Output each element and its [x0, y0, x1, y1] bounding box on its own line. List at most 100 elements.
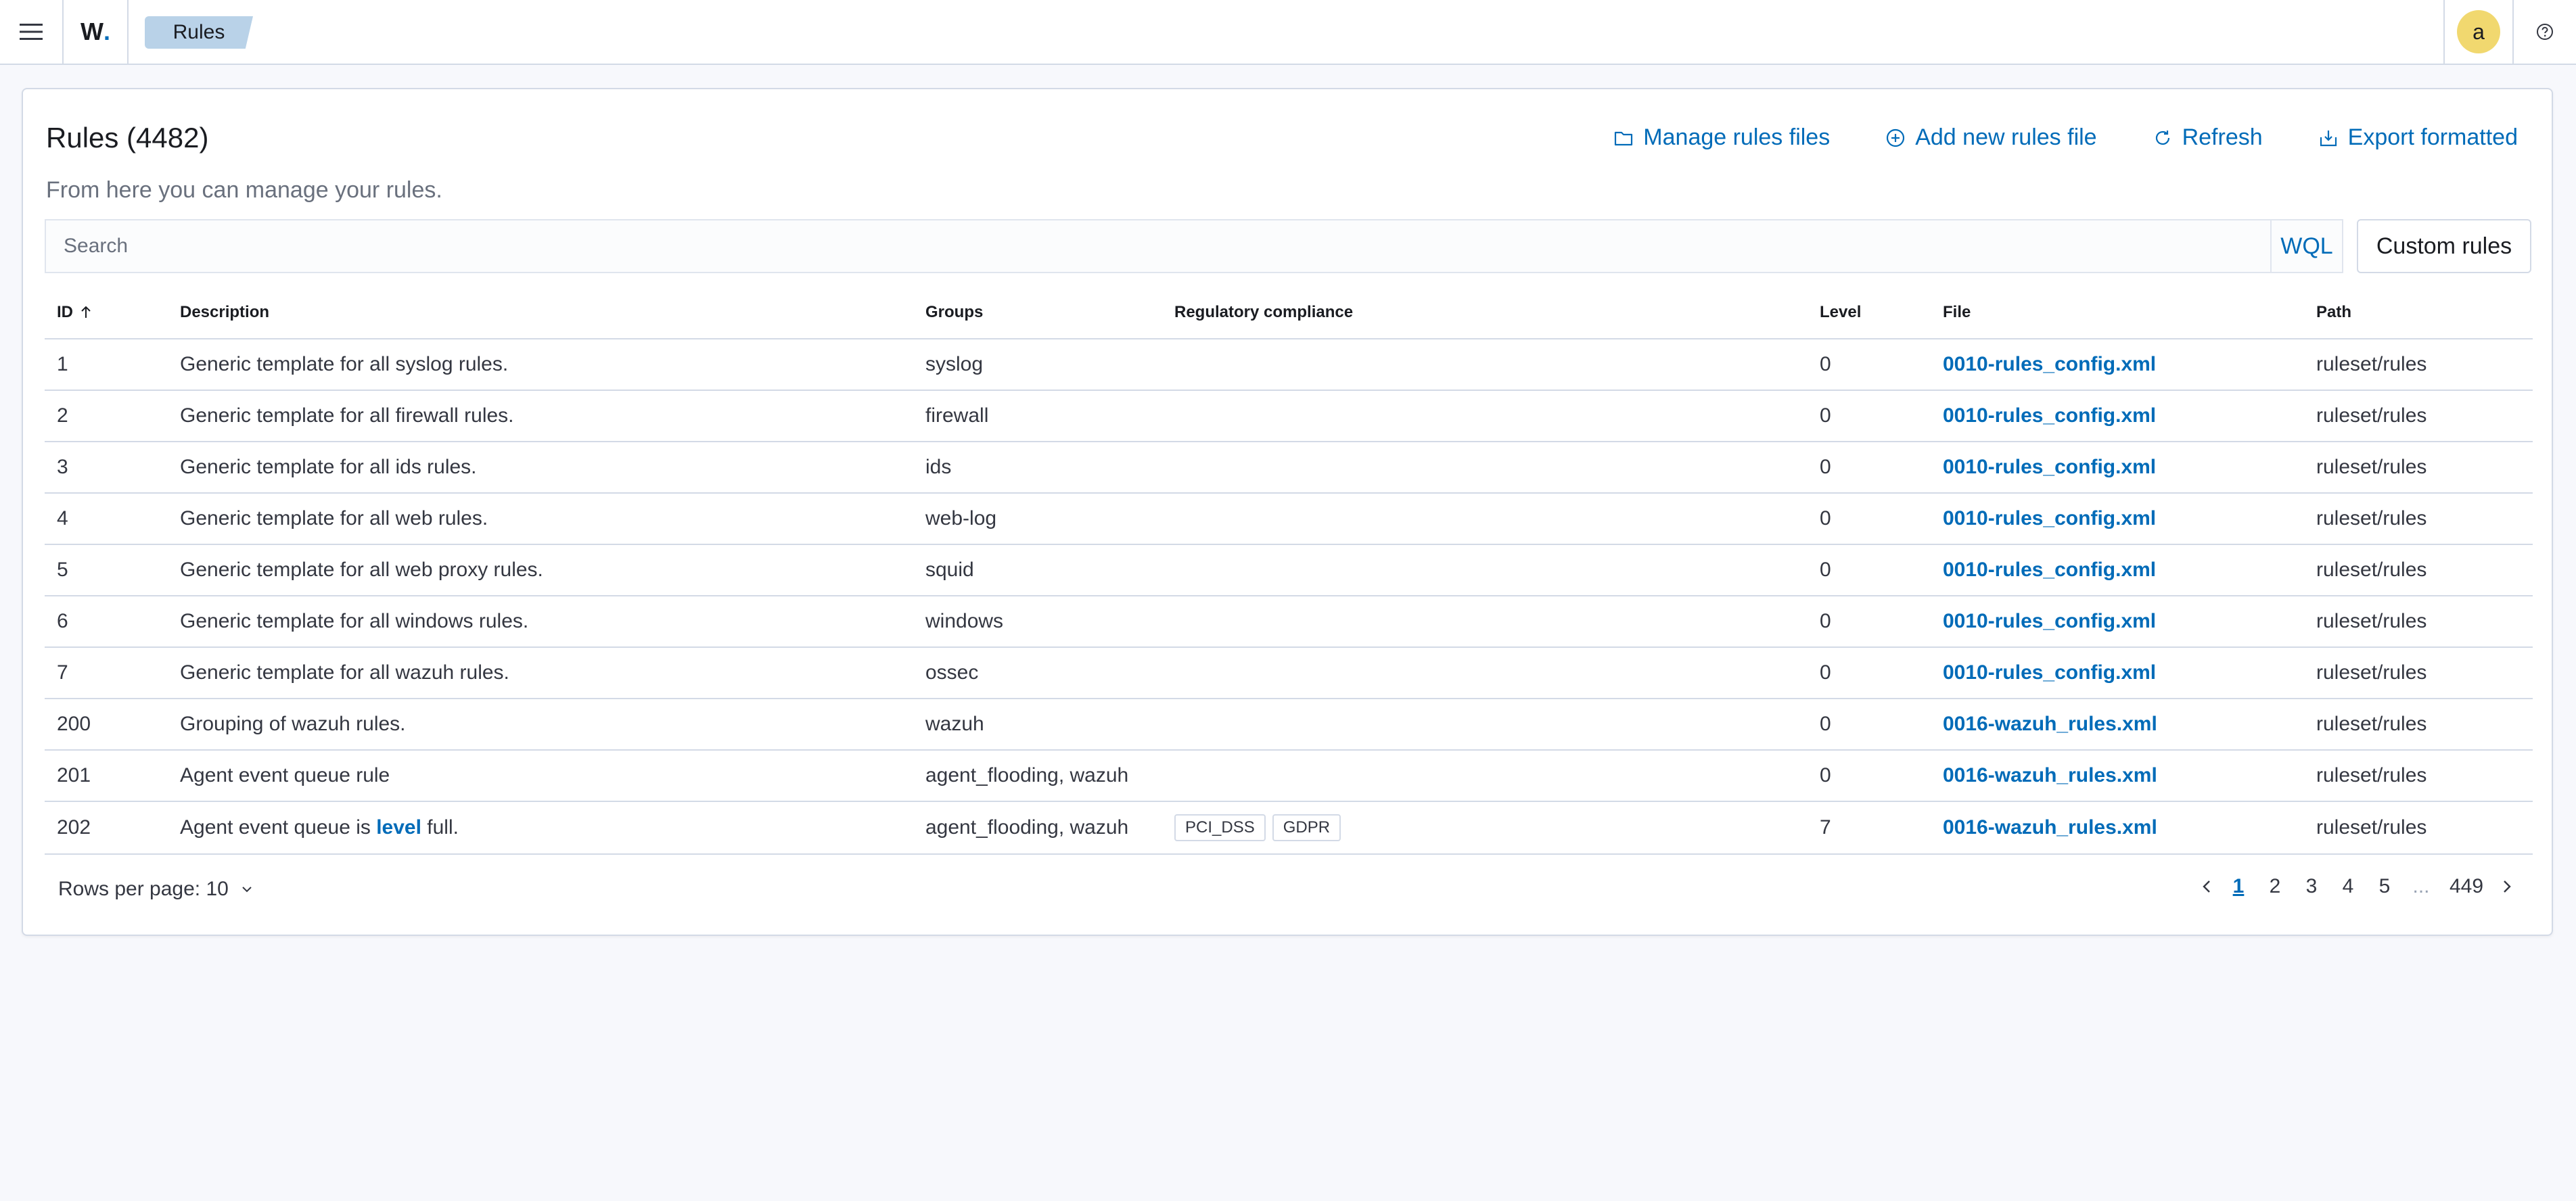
- rule-path: ruleset/rules: [2316, 661, 2427, 684]
- rule-path: ruleset/rules: [2316, 404, 2427, 427]
- rule-description: Generic template for all web rules.: [180, 507, 488, 529]
- table-row[interactable]: 3 Generic template for all ids rules. id…: [45, 442, 2533, 494]
- rule-id: 7: [57, 661, 68, 684]
- rule-level: 0: [1820, 507, 1831, 529]
- rule-level: 0: [1820, 661, 1831, 684]
- wql-toggle[interactable]: WQL: [2270, 220, 2342, 272]
- rule-description: Generic template for all firewall rules.: [180, 404, 514, 427]
- page-ellipsis: ...: [2412, 875, 2430, 897]
- column-header-compliance[interactable]: Regulatory compliance: [1174, 287, 1353, 338]
- rule-id: 5: [57, 559, 68, 581]
- rows-per-page-label: Rows per page: 10: [58, 878, 229, 900]
- export-formatted-button[interactable]: Export formatted: [2318, 124, 2518, 151]
- rules-panel: Rules (4482) From here you can manage yo…: [22, 88, 2553, 936]
- rule-description: Generic template for all wazuh rules.: [180, 661, 509, 684]
- avatar[interactable]: a: [2457, 10, 2500, 53]
- rule-path: ruleset/rules: [2316, 559, 2427, 581]
- rule-description: Generic template for all ids rules.: [180, 456, 477, 478]
- custom-rules-button[interactable]: Custom rules: [2357, 219, 2531, 273]
- add-new-rules-file-label: Add new rules file: [1915, 124, 2097, 150]
- rule-description: Agent event queue rule: [180, 764, 390, 786]
- rule-file-link[interactable]: 0010-rules_config.xml: [1943, 545, 2156, 595]
- rule-file-link[interactable]: 0016-wazuh_rules.xml: [1943, 699, 2157, 749]
- table-row[interactable]: 201 Agent event queue rule agent_floodin…: [45, 751, 2533, 802]
- search-input[interactable]: [46, 220, 2270, 272]
- user-menu[interactable]: a: [2443, 0, 2514, 64]
- rule-groups: squid: [925, 559, 974, 581]
- rule-description-text: Agent event queue is: [180, 816, 377, 839]
- rules-table: ID Description Groups Regulatory complia…: [45, 287, 2533, 855]
- page-5-button[interactable]: 5: [2366, 875, 2403, 898]
- table-row[interactable]: 2 Generic template for all firewall rule…: [45, 391, 2533, 442]
- rule-description-keyword[interactable]: level: [376, 816, 421, 839]
- header-actions: Manage rules files Add new rules file Re…: [1613, 124, 2518, 151]
- rule-id: 3: [57, 456, 68, 478]
- column-header-level[interactable]: Level: [1820, 287, 1861, 338]
- plus-circle-icon: [1887, 128, 1905, 147]
- column-header-file[interactable]: File: [1943, 287, 1971, 338]
- wazuh-logo[interactable]: W.: [64, 0, 129, 64]
- page-1-button[interactable]: 1: [2220, 875, 2257, 898]
- compliance-badge-gdpr[interactable]: GDPR: [1272, 814, 1341, 841]
- page-3-button[interactable]: 3: [2293, 875, 2330, 898]
- rule-file-link[interactable]: 0010-rules_config.xml: [1943, 442, 2156, 492]
- rule-id: 202: [57, 816, 91, 839]
- rule-id: 4: [57, 507, 68, 529]
- page-449-button[interactable]: 449: [2439, 875, 2493, 898]
- rule-id: 1: [57, 353, 68, 375]
- rule-description: Generic template for all windows rules.: [180, 610, 529, 632]
- chevron-left-icon[interactable]: [2193, 876, 2220, 897]
- table-row[interactable]: 202 Agent event queue is level full. age…: [45, 802, 2533, 855]
- column-header-groups[interactable]: Groups: [925, 287, 983, 338]
- rule-file-link[interactable]: 0016-wazuh_rules.xml: [1943, 802, 2157, 853]
- folder-icon: [1615, 131, 1633, 145]
- table-row[interactable]: 5 Generic template for all web proxy rul…: [45, 545, 2533, 596]
- rule-path: ruleset/rules: [2316, 353, 2427, 375]
- logo-letter: W: [80, 18, 104, 45]
- export-icon: [2320, 130, 2337, 146]
- rule-file-link[interactable]: 0010-rules_config.xml: [1943, 596, 2156, 646]
- table-row[interactable]: 4 Generic template for all web rules. we…: [45, 494, 2533, 545]
- rule-level: 0: [1820, 713, 1831, 735]
- breadcrumb-rules[interactable]: Rules: [145, 16, 253, 49]
- table-row[interactable]: 6 Generic template for all windows rules…: [45, 596, 2533, 648]
- page-2-button[interactable]: 2: [2257, 875, 2293, 898]
- column-header-description[interactable]: Description: [180, 287, 269, 338]
- hamburger-menu-icon[interactable]: [0, 0, 64, 64]
- rule-level: 7: [1820, 816, 1831, 839]
- rule-path: ruleset/rules: [2316, 507, 2427, 529]
- pagination: 1 2 3 4 5 ... 449: [2193, 875, 2521, 898]
- table-row[interactable]: 7 Generic template for all wazuh rules. …: [45, 648, 2533, 699]
- compliance-badge-pci-dss[interactable]: PCI_DSS: [1174, 814, 1266, 841]
- rule-level: 0: [1820, 559, 1831, 581]
- refresh-icon: [2155, 130, 2169, 145]
- rows-per-page-selector[interactable]: Rows per page: 10: [58, 878, 254, 901]
- page-4-button[interactable]: 4: [2330, 875, 2366, 898]
- chevron-right-icon[interactable]: [2493, 876, 2521, 897]
- rule-path: ruleset/rules: [2316, 764, 2427, 786]
- rule-file-link[interactable]: 0016-wazuh_rules.xml: [1943, 751, 2157, 801]
- rule-description-text: full.: [421, 816, 459, 839]
- rule-description: Generic template for all web proxy rules…: [180, 559, 543, 581]
- manage-rules-files-button[interactable]: Manage rules files: [1613, 124, 1830, 151]
- rule-id: 200: [57, 713, 91, 735]
- page-subtitle: From here you can manage your rules.: [46, 177, 442, 203]
- rule-path: ruleset/rules: [2316, 816, 2427, 839]
- table-row[interactable]: 1 Generic template for all syslog rules.…: [45, 339, 2533, 391]
- rule-file-link[interactable]: 0010-rules_config.xml: [1943, 339, 2156, 390]
- rule-level: 0: [1820, 456, 1831, 478]
- rule-path: ruleset/rules: [2316, 713, 2427, 735]
- rule-file-link[interactable]: 0010-rules_config.xml: [1943, 648, 2156, 698]
- table-row[interactable]: 200 Grouping of wazuh rules. wazuh 0 001…: [45, 699, 2533, 751]
- rule-file-link[interactable]: 0010-rules_config.xml: [1943, 391, 2156, 441]
- rule-groups: syslog: [925, 353, 984, 375]
- rule-level: 0: [1820, 404, 1831, 427]
- refresh-button[interactable]: Refresh: [2153, 124, 2263, 151]
- rule-description: Grouping of wazuh rules.: [180, 713, 406, 735]
- help-icon[interactable]: [2514, 0, 2576, 64]
- rule-file-link[interactable]: 0010-rules_config.xml: [1943, 494, 2156, 544]
- column-header-path[interactable]: Path: [2316, 287, 2351, 338]
- rule-level: 0: [1820, 610, 1831, 632]
- column-header-id[interactable]: ID: [57, 287, 93, 338]
- add-new-rules-file-button[interactable]: Add new rules file: [1885, 124, 2097, 151]
